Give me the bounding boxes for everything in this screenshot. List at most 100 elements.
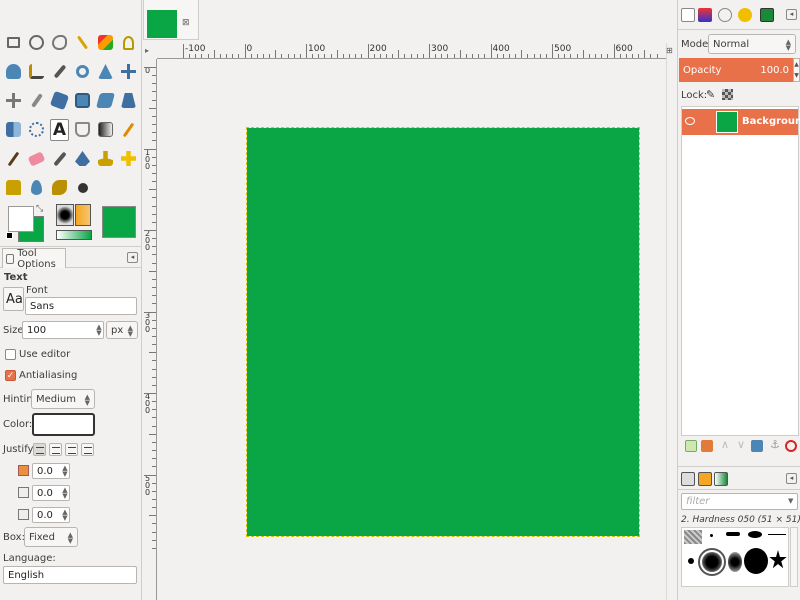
paintbrush-tool[interactable] <box>2 144 25 173</box>
dock-menu-icon[interactable]: ◂ <box>127 252 138 263</box>
clone-tool[interactable] <box>94 144 117 173</box>
rect-select-tool[interactable] <box>2 28 25 57</box>
mode-select[interactable]: Normal ▲ ▼ <box>708 34 796 54</box>
language-input[interactable]: English <box>3 566 137 584</box>
lower-layer-button[interactable]: ∨ <box>735 439 747 452</box>
brush-thumb[interactable] <box>726 532 740 536</box>
airbrush-tool[interactable] <box>48 144 71 173</box>
color-picker-tool[interactable] <box>48 57 71 86</box>
justify-fill-button[interactable] <box>81 443 94 456</box>
image-tab[interactable]: ⊠ <box>143 0 199 40</box>
foreground-color-swatch[interactable] <box>8 206 34 232</box>
ruler-corner-icon[interactable]: ▸ <box>145 46 149 55</box>
scale-tool[interactable] <box>71 86 94 115</box>
blend-tool[interactable] <box>94 115 117 144</box>
layer-row[interactable]: Background <box>682 109 800 135</box>
justify-center-button[interactable] <box>65 443 78 456</box>
raise-layer-button[interactable]: ∧ <box>719 439 731 452</box>
dodge-burn-tool[interactable] <box>71 173 94 202</box>
text-tool[interactable]: A <box>48 115 71 144</box>
align-tool[interactable] <box>2 86 25 115</box>
smudge-tool[interactable] <box>48 173 71 202</box>
brush-thumb[interactable] <box>748 531 762 538</box>
channels-tab-icon[interactable] <box>698 8 712 22</box>
justify-right-button[interactable] <box>49 443 62 456</box>
brush-preview[interactable] <box>56 204 74 226</box>
star-icon[interactable] <box>769 550 787 569</box>
shear-tool[interactable] <box>94 86 117 115</box>
delete-layer-button[interactable] <box>785 440 797 452</box>
anchor-layer-button[interactable]: ⚓ <box>769 439 781 452</box>
letter-spacing-spinner-icon[interactable]: ▲ ▼ <box>60 509 70 522</box>
size-spinner-icon[interactable]: ▲ ▼ <box>94 324 104 337</box>
opacity-spinner-icon[interactable]: ▲ ▼ <box>793 58 800 82</box>
antialiasing-checkbox[interactable]: ✓ <box>5 370 16 381</box>
rotate-tool[interactable] <box>48 86 71 115</box>
navigate-icon[interactable]: ⊞ <box>666 46 676 56</box>
layers-tab-icon[interactable] <box>681 8 695 22</box>
text-color-button[interactable] <box>32 413 95 436</box>
brush-thumb[interactable] <box>710 534 713 537</box>
brushes-tab-icon[interactable] <box>681 472 695 486</box>
gradient-preview[interactable] <box>56 230 92 240</box>
lock-pixels-icon[interactable]: ✎ <box>706 88 715 101</box>
brush-thumb[interactable] <box>728 552 742 572</box>
eraser-tool[interactable] <box>25 144 48 173</box>
default-colors-icon[interactable] <box>6 232 13 239</box>
size-input[interactable]: 100 <box>22 321 104 339</box>
paths-tool[interactable] <box>25 57 48 86</box>
brush-thumb-selected[interactable] <box>698 548 726 576</box>
flip-tool[interactable] <box>2 115 25 144</box>
size-unit-select[interactable]: px ▲ ▼ <box>106 321 138 339</box>
box-select[interactable]: Fixed ▲ ▼ <box>24 527 78 547</box>
fuzzy-select-tool[interactable] <box>71 28 94 57</box>
dock-menu-icon[interactable]: ◂ <box>786 473 797 484</box>
ink-tool[interactable] <box>71 144 94 173</box>
font-input[interactable]: Sans <box>25 297 137 315</box>
ellipse-select-tool[interactable] <box>25 28 48 57</box>
vertical-scrollbar[interactable] <box>666 43 676 600</box>
horizontal-ruler[interactable]: -100 0 100 200 300 400 500 600 <box>157 43 666 59</box>
select-by-color-tool[interactable] <box>94 28 117 57</box>
dock-menu-icon[interactable]: ◂ <box>786 9 797 20</box>
active-image-preview[interactable] <box>102 206 136 238</box>
swap-colors-icon[interactable]: ⤡ <box>36 204 43 214</box>
perspective-clone-tool[interactable] <box>2 173 25 202</box>
patterns-tab-icon[interactable] <box>698 472 712 486</box>
use-editor-checkbox[interactable] <box>5 349 16 360</box>
chevron-down-icon[interactable]: ▼ <box>788 497 793 505</box>
move-tool[interactable] <box>117 57 140 86</box>
tab-tool-options[interactable]: Tool Options <box>2 248 66 270</box>
indent-spinner-icon[interactable]: ▲ ▼ <box>60 465 70 478</box>
brush-thumb[interactable] <box>684 530 702 544</box>
scissors-tool[interactable] <box>117 28 140 57</box>
gradients-tab-icon[interactable] <box>714 472 728 486</box>
vertical-ruler[interactable]: 0 100 200 300 400 500 <box>143 59 157 600</box>
canvas-viewport[interactable] <box>158 60 666 600</box>
heal-tool[interactable] <box>117 144 140 173</box>
pattern-preview[interactable] <box>75 204 91 226</box>
cage-transform-tool[interactable] <box>25 115 48 144</box>
brush-filter-input[interactable]: filter <box>681 493 798 510</box>
blur-sharpen-tool[interactable] <box>25 173 48 202</box>
brush-thumb[interactable] <box>744 548 768 574</box>
new-group-button[interactable] <box>701 440 713 452</box>
opacity-slider[interactable]: Opacity 100.0 <box>679 58 793 82</box>
bucket-fill-tool[interactable] <box>71 115 94 144</box>
new-layer-button[interactable] <box>685 440 697 452</box>
brush-scrollbar[interactable] <box>790 527 798 587</box>
foreground-select-tool[interactable] <box>2 57 25 86</box>
brush-thumb[interactable] <box>688 558 694 564</box>
brush-grid[interactable] <box>681 527 789 587</box>
magnify-tool[interactable] <box>71 57 94 86</box>
layers-list[interactable]: Background <box>681 106 800 436</box>
eye-icon[interactable] <box>685 117 695 125</box>
undo-tab-icon[interactable] <box>738 8 752 22</box>
line-spacing-spinner-icon[interactable]: ▲ ▼ <box>60 487 70 500</box>
font-preview-button[interactable]: Aa <box>3 287 24 311</box>
brush-thumb[interactable] <box>768 534 786 535</box>
duplicate-layer-button[interactable] <box>751 440 763 452</box>
crop-tool[interactable] <box>25 86 48 115</box>
pencil-tool[interactable] <box>117 115 140 144</box>
justify-left-button[interactable] <box>33 443 46 456</box>
